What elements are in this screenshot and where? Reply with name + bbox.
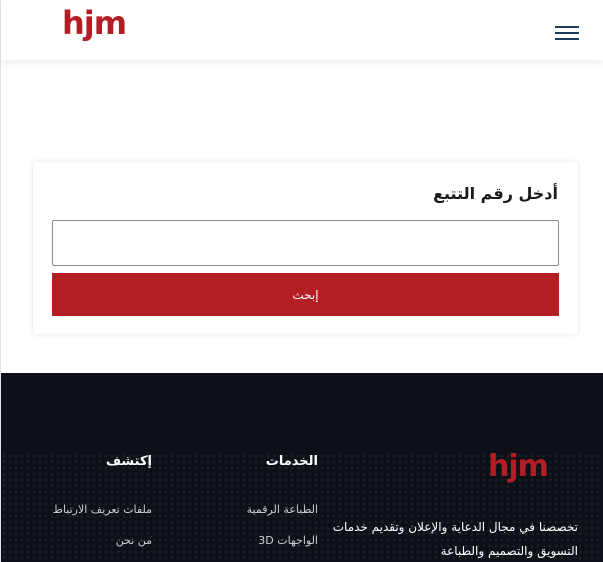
explore-heading: إكتشف [105, 454, 152, 469]
footer-link-digital-printing[interactable]: الطباعة الرقمية [247, 503, 318, 516]
search-button[interactable]: إبحث [52, 273, 559, 316]
services-heading: الخدمات [265, 454, 318, 469]
site-logo[interactable]: hjm [62, 4, 127, 42]
footer-about-text: تخصصنا في مجال الدعاية والإعلان وتقديم خ… [332, 520, 578, 558]
tracking-title: أدخل رقم التتبع [433, 184, 558, 203]
footer-link-cookies[interactable]: ملفات تعريف الارتباط [53, 503, 152, 516]
tracking-card: أدخل رقم التتبع إبحث [33, 162, 578, 334]
footer-link-3d-facades[interactable]: الواجهات 3D [258, 534, 318, 547]
tracking-number-input[interactable] [52, 220, 559, 266]
footer-logo[interactable]: hjm [488, 449, 549, 484]
menu-line [555, 38, 579, 40]
menu-line [555, 26, 579, 28]
footer-link-about-us[interactable]: من نحن [116, 534, 152, 547]
menu-line [555, 32, 579, 34]
hamburger-menu-icon[interactable] [555, 26, 579, 42]
site-header: hjm [1, 0, 603, 60]
site-footer: hjm تخصصنا في مجال الدعاية والإعلان وتقد… [1, 373, 603, 562]
